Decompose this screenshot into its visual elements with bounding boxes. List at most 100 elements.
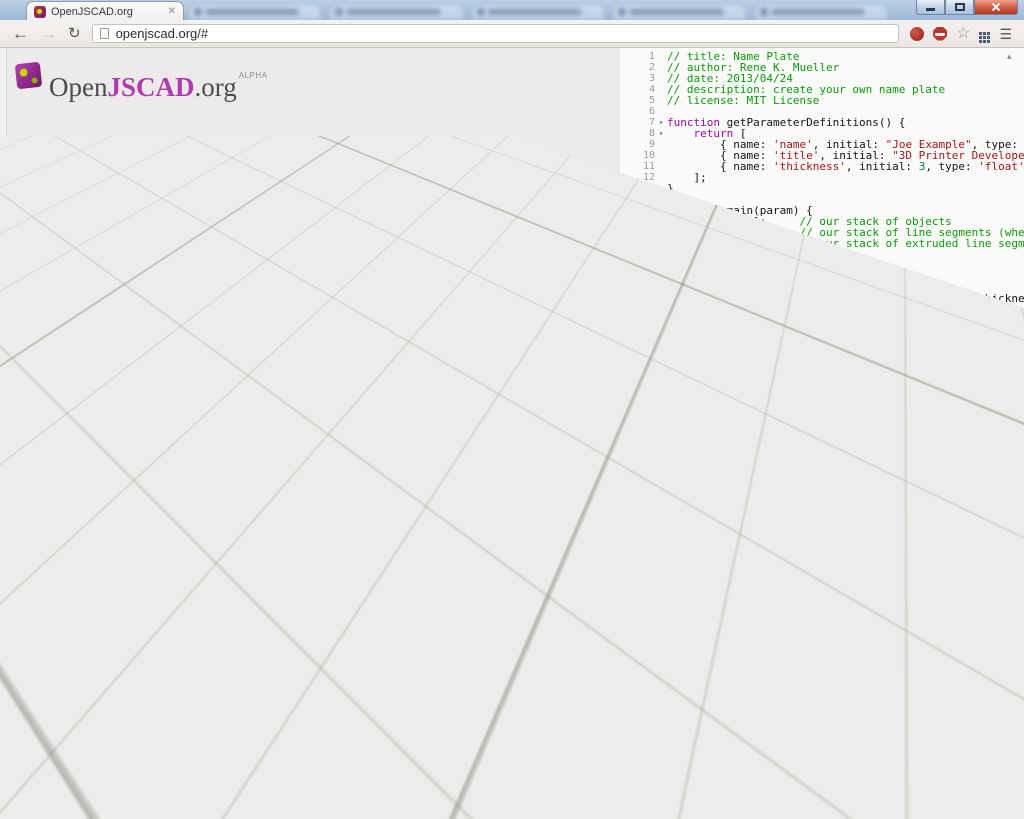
editor-horizontal-scrollbar[interactable]: ◂ ▸ xyxy=(648,801,1020,815)
viewport-3d[interactable]: Joe Example 3D Printer Developer OpenJSC… xyxy=(0,48,1024,819)
maximize-button[interactable] xyxy=(945,0,974,15)
bookmark-star-icon[interactable]: ☆ xyxy=(956,26,970,42)
gutter-space xyxy=(620,403,631,414)
gutter-space xyxy=(620,238,631,249)
fold-toggle-icon[interactable]: ▾ xyxy=(655,447,667,458)
line-number: 23 xyxy=(631,293,655,304)
file-dropzone[interactable]: Drop your jscad, scad, amf, stl file or … xyxy=(14,736,607,789)
openjscad-favicon-icon xyxy=(34,6,46,18)
param-actions: Update Instant Update xyxy=(26,687,292,707)
code-text: // license: MIT License xyxy=(667,95,819,106)
code-text: o = [union(o)]; // neat: we combine name… xyxy=(667,425,1024,436)
fold-space xyxy=(655,546,667,557)
minimize-button[interactable] xyxy=(916,0,945,15)
line-number: 20 xyxy=(631,260,655,271)
gutter-space xyxy=(620,117,631,128)
export-format-select[interactable]: STL (Binary) ▼ xyxy=(394,714,498,731)
gutter-space xyxy=(620,414,631,425)
line-number: 30 xyxy=(631,370,655,381)
param-input-0[interactable] xyxy=(96,624,282,641)
code-text: return union(o); xyxy=(667,524,799,535)
code-text: o.push(union(p).setColor([1,1,0]).scale(… xyxy=(667,315,1024,326)
gutter-space xyxy=(620,216,631,227)
code-line: 25 o.push(union(p).setColor([1,1,0]).sca… xyxy=(620,315,1024,326)
code-text: p.push(rectangular_extrude(s, { w:param.… xyxy=(667,293,1024,304)
background-tab[interactable] xyxy=(471,3,605,20)
address-bar[interactable]: openjscad.org/# xyxy=(92,24,900,43)
fold-space xyxy=(655,348,667,359)
select-dropdown-icon[interactable]: ▼ xyxy=(482,715,497,730)
url-text[interactable]: openjscad.org/# xyxy=(116,26,209,41)
line-number: 44 xyxy=(631,524,655,535)
code-editor[interactable]: 1// title: Name Plate2// author: Rene K.… xyxy=(620,48,1024,558)
fold-toggle-icon[interactable]: ▾ xyxy=(655,370,667,381)
line-number: 22 xyxy=(631,282,655,293)
maximize-icon xyxy=(955,3,965,11)
line-number: 31 xyxy=(631,381,655,392)
line-number: 6 xyxy=(631,106,655,117)
code-text: o.push(union(p).setColor([1,1,0]).scale(… xyxy=(667,403,1024,414)
background-tab[interactable] xyxy=(612,3,746,20)
scroll-right-icon[interactable]: ▸ xyxy=(1013,805,1017,813)
details-link[interactable]: details xyxy=(288,765,328,781)
scroll-left-icon[interactable]: ◂ xyxy=(651,805,655,813)
fold-toggle-icon[interactable]: ▾ xyxy=(655,117,667,128)
editor-scroll-up-icon[interactable]: ▴ xyxy=(1007,52,1012,61)
line-number: 3 xyxy=(631,73,655,84)
minimize-icon xyxy=(926,8,935,11)
line-number: 19 xyxy=(631,249,655,260)
fold-toggle-icon[interactable]: ▾ xyxy=(655,128,667,139)
gutter-space xyxy=(620,326,631,337)
close-button[interactable] xyxy=(974,0,1018,15)
line-number: 25 xyxy=(631,315,655,326)
fold-space xyxy=(655,491,667,502)
footer-text: OpenJSCAD.org 0.017 (2013/04/22), MIT Li… xyxy=(14,801,479,813)
extension-icon[interactable] xyxy=(910,27,924,41)
param-row: Your title xyxy=(24,644,292,661)
line-number: 4 xyxy=(631,84,655,95)
line-number: 39 xyxy=(631,469,655,480)
adblock-icon[interactable] xyxy=(933,27,947,41)
side-drawer-handle[interactable] xyxy=(0,384,23,457)
menu-hamburger-icon[interactable]: ☰ xyxy=(999,27,1012,41)
code-line: 35 o = [union(o)]; // neat: we combine n… xyxy=(620,425,1024,436)
param-input-2[interactable] xyxy=(96,664,226,681)
back-button[interactable]: ← xyxy=(12,25,29,42)
instant-update-checkbox[interactable] xyxy=(98,691,110,703)
line-number: 40 xyxy=(631,480,655,491)
active-tab[interactable]: OpenJSCAD.org ✕ xyxy=(26,1,184,20)
param-input-1[interactable] xyxy=(96,644,282,661)
gutter-space xyxy=(620,227,631,238)
fold-space xyxy=(655,139,667,150)
gutter-space xyxy=(620,62,631,73)
gutter-space xyxy=(620,293,631,304)
background-tab[interactable] xyxy=(329,3,463,20)
gutter-space xyxy=(620,304,631,315)
generate-stl-button[interactable]: Generate STL xyxy=(505,712,598,731)
background-tab[interactable] xyxy=(188,3,322,20)
gutter-space xyxy=(620,359,631,370)
code-text: { name: 'thickness', initial: 3, type: '… xyxy=(667,161,1024,172)
parameters-panel: Parameters: Your nameYour titleThickness… xyxy=(14,596,302,702)
browser-toolbar: ← → ↻ openjscad.org/# ☆ ☰ xyxy=(0,20,1024,48)
forward-button[interactable]: → xyxy=(40,25,57,42)
update-button[interactable]: Update xyxy=(26,687,85,707)
github-link[interactable]: GitHub: OpenJSCAD xyxy=(479,801,582,813)
line-number: 28 xyxy=(631,348,655,359)
tab-close-icon[interactable]: ✕ xyxy=(168,7,176,17)
line-number: 43 xyxy=(631,513,655,524)
apps-grid-icon[interactable] xyxy=(979,32,982,35)
reload-button[interactable]: ↻ xyxy=(68,26,81,41)
line-number: 27 xyxy=(631,337,655,348)
background-tab[interactable] xyxy=(754,3,888,20)
fold-toggle-icon[interactable]: ▾ xyxy=(655,337,667,348)
line-number: 38 xyxy=(631,458,655,469)
alpha-badge: ALPHA xyxy=(239,71,268,80)
fold-toggle-icon[interactable]: ▾ xyxy=(655,205,667,216)
scrollbar-thumb[interactable] xyxy=(666,802,836,814)
editor-scroll-down-icon[interactable]: ▾ xyxy=(1007,788,1012,797)
fold-toggle-icon[interactable]: ▾ xyxy=(655,282,667,293)
line-number: 42 xyxy=(631,502,655,513)
footer: OpenJSCAD.org 0.017 (2013/04/22), MIT Li… xyxy=(14,801,582,813)
gutter-space xyxy=(620,183,631,194)
